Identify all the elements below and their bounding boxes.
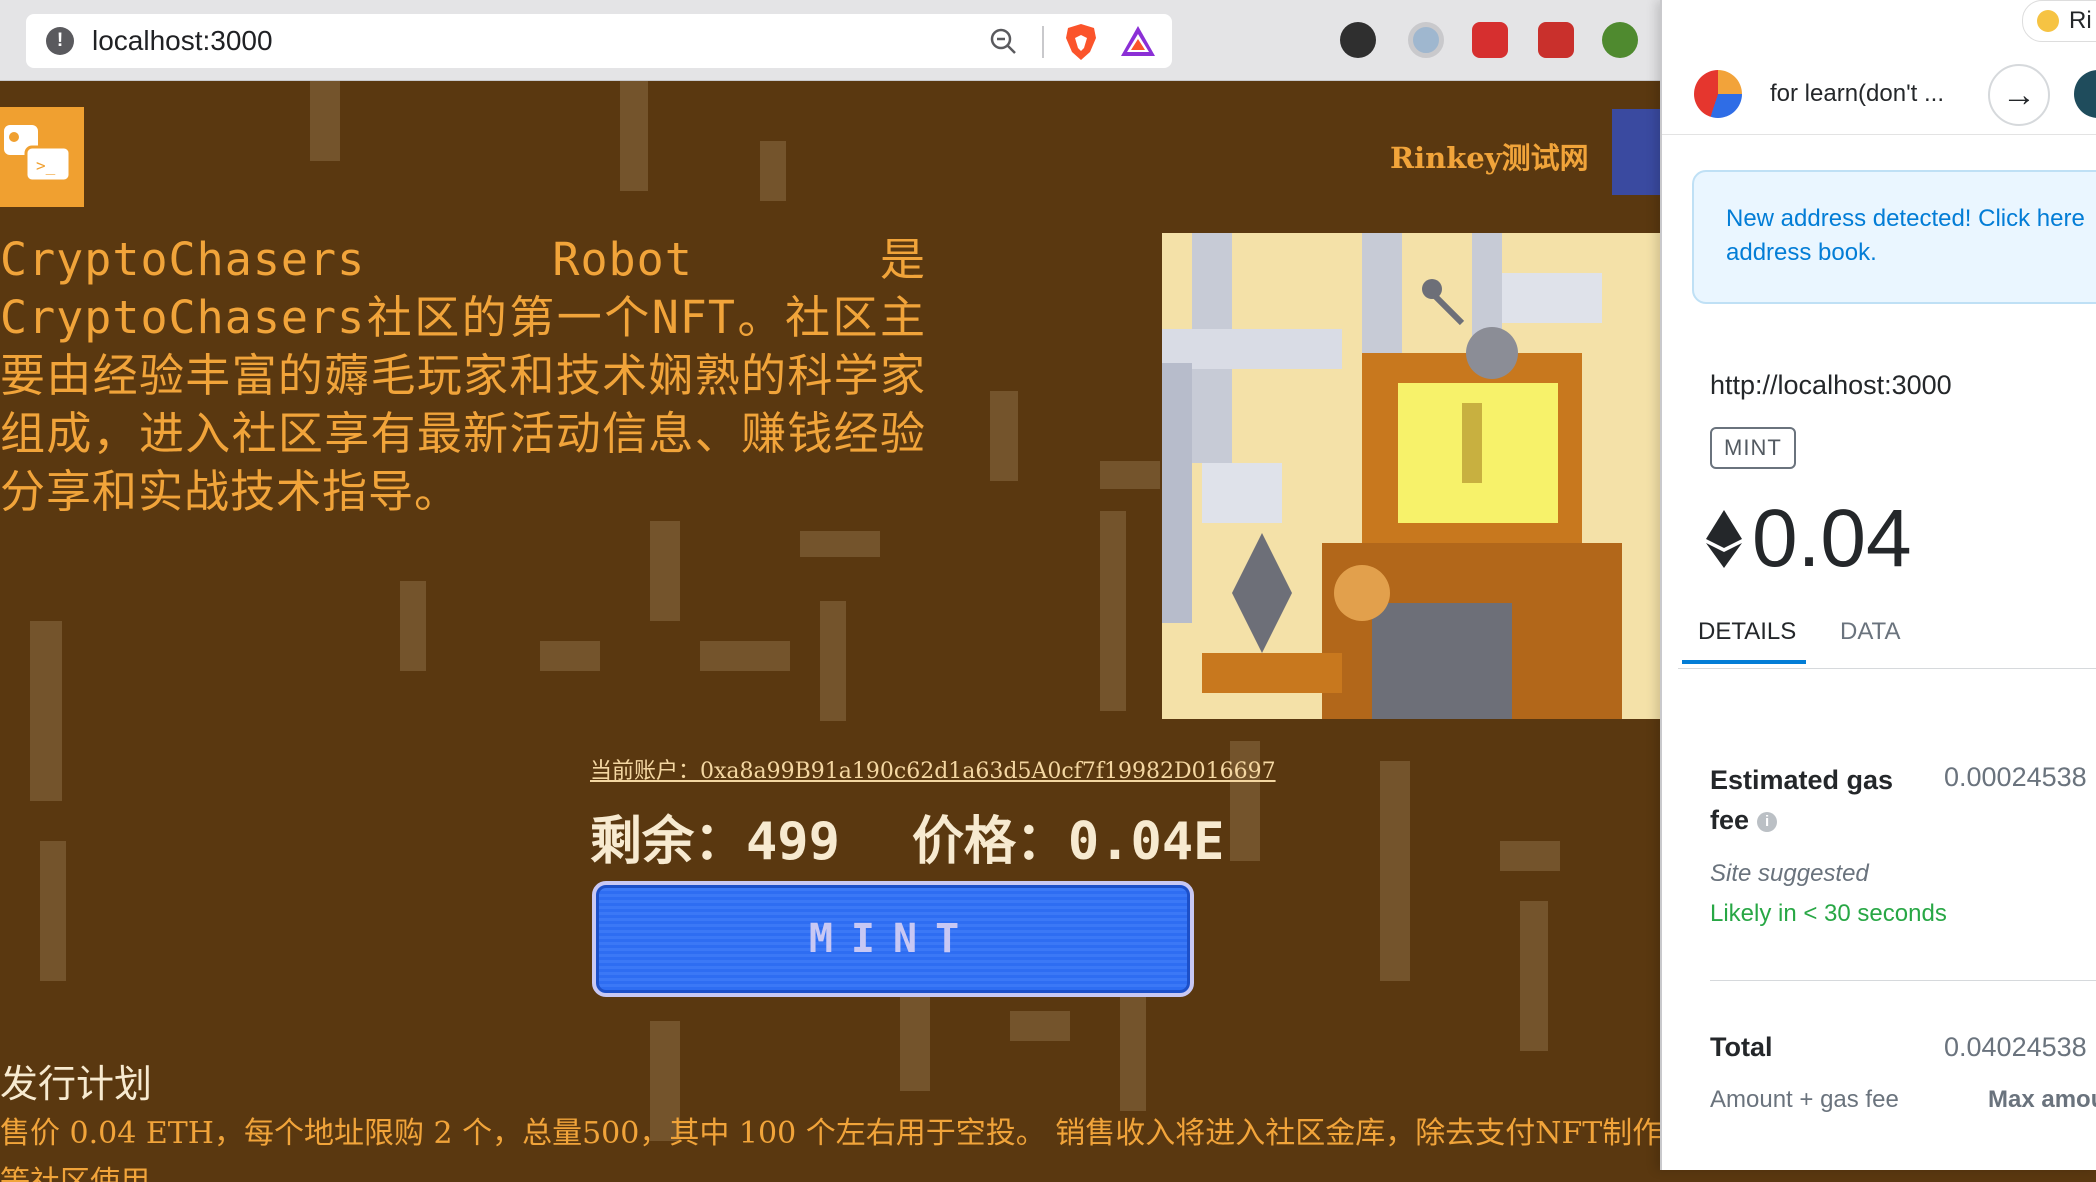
bg-pixel [760, 141, 786, 201]
tab-data[interactable]: DATA [1840, 618, 1900, 646]
lastpass-extension-icon[interactable] [1472, 22, 1508, 58]
bg-pixel [820, 601, 846, 721]
total-label: Total [1710, 1032, 1773, 1062]
react-devtools-extension-icon[interactable] [1538, 22, 1574, 58]
chat-logo-icon: >_ [4, 125, 72, 183]
zoom-out-icon[interactable] [984, 22, 1024, 62]
bg-pixel [540, 641, 600, 671]
max-amount-label: Max amou [1988, 1086, 2096, 1113]
address-bar[interactable]: ! localhost:3000 [26, 14, 1172, 68]
current-account-link[interactable]: 当前账户：0xa8a99B91a190c62d1a63d5A0cf7f19982… [590, 753, 1276, 785]
bg-pixel [400, 581, 426, 671]
notice-text: New address detected! Click here address… [1726, 205, 2085, 266]
total-value: 0.04024538 [1944, 1032, 2087, 1062]
network-label: Rinkey测试网 [1390, 141, 1589, 175]
circle-extension-icon[interactable] [1408, 22, 1444, 58]
network-dot-icon [2037, 10, 2059, 32]
from-account-name: for learn(don't ... [1770, 80, 1944, 107]
bg-pixel [310, 81, 340, 161]
account-row: for learn(don't ... → [1662, 60, 2096, 135]
network-name: Ri [2069, 7, 2092, 34]
site-origin: http://localhost:3000 [1710, 370, 1952, 400]
info-icon[interactable]: i [1757, 811, 1778, 832]
method-tag: MINT [1710, 427, 1796, 469]
url-text[interactable]: localhost:3000 [92, 25, 273, 57]
site-suggested[interactable]: Site suggested [1710, 860, 1869, 888]
to-account-avatar [2074, 70, 2096, 118]
bg-pixel [40, 841, 66, 981]
gas-fee-value: 0.00024538 [1944, 762, 2087, 792]
bg-pixel [1100, 461, 1160, 489]
brave-rewards-icon[interactable] [1118, 22, 1158, 62]
amount-value: 0.04 [1752, 493, 1912, 584]
bg-pixel [1500, 841, 1560, 871]
bg-pixel [650, 521, 680, 621]
bg-pixel [1520, 901, 1548, 1051]
bg-pixel [1010, 1011, 1070, 1041]
amount-gas-label: Amount + gas fee [1710, 1086, 1899, 1113]
mint-button[interactable]: MINT [592, 881, 1194, 997]
mint-stats: 剩余：499 价格：0.04E [590, 799, 1296, 874]
bg-pixel [1380, 761, 1410, 981]
bg-pixel [990, 391, 1018, 481]
browser-toolbar: ! localhost:3000 [0, 0, 1660, 81]
svg-text:>_: >_ [36, 156, 56, 175]
bg-pixel [700, 641, 790, 671]
tab-bar: DETAILS DATA [1678, 608, 2096, 669]
site-info-icon[interactable]: ! [46, 27, 74, 55]
new-address-notice[interactable]: New address detected! Click here address… [1692, 170, 2096, 304]
brave-shield-icon[interactable] [1062, 22, 1100, 62]
plan-description: 售价 0.04 ETH，每个地址限购 2 个，总量500，其中 100 个左右用… [0, 1116, 1660, 1151]
bg-pixel [620, 81, 648, 191]
from-account-avatar [1694, 70, 1742, 118]
bg-pixel [1100, 511, 1126, 711]
metamask-popup: Ri for learn(don't ... → New address det… [1660, 0, 2096, 1170]
app-logo[interactable]: >_ [0, 107, 84, 207]
divider [1710, 980, 2096, 981]
ethereum-icon [1706, 510, 1742, 568]
plan-title: 发行计划 [0, 1062, 153, 1106]
robot-illustration [1162, 233, 1660, 719]
dapp-page: >_ Rinkey测试网 CryptoChasers Robot 是 Crypt… [0, 81, 1660, 1182]
mint-price: 价格：0.04E [911, 812, 1225, 872]
separator [1042, 26, 1044, 58]
robot-nft-image [1162, 233, 1660, 719]
active-tab-indicator [1682, 660, 1806, 664]
bg-pixel [800, 531, 880, 557]
evernote-extension-icon[interactable] [1340, 22, 1376, 58]
network-selector[interactable]: Ri [2022, 0, 2096, 42]
transaction-amount: 0.04 [1706, 492, 1912, 586]
bg-pixel [30, 621, 62, 801]
tab-details[interactable]: DETAILS [1698, 618, 1796, 646]
account-avatar[interactable] [1612, 109, 1660, 195]
remaining-count: 剩余：499 [590, 812, 840, 872]
gas-fee-label-text: Estimated gas fee [1710, 765, 1894, 835]
popup-header: Ri [1662, 0, 2096, 46]
project-intro: CryptoChasers Robot 是 CryptoChasers社区的第一… [0, 233, 926, 518]
confirmation-estimate: Likely in < 30 seconds [1710, 900, 1947, 927]
plan-description-cont: 等社区使用 [0, 1157, 150, 1182]
arrow-right-icon: → [1988, 64, 2050, 126]
theater-extension-icon[interactable] [1602, 22, 1638, 58]
gas-fee-label: Estimated gas fee i [1710, 760, 1893, 840]
